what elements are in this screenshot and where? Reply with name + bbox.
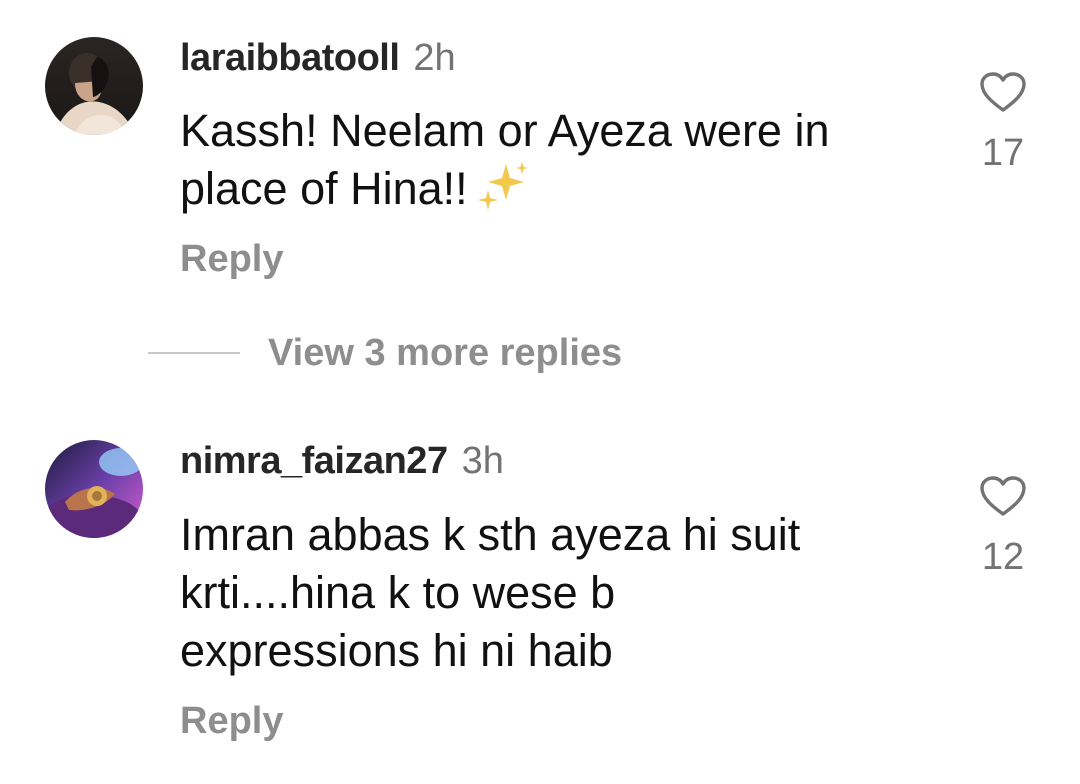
comment-meta: nimra_faizan27 3h	[180, 438, 504, 484]
like-count: 17	[981, 132, 1025, 174]
reply-button[interactable]: Reply	[180, 700, 283, 743]
comment-text-line-last: place of Hina!!	[180, 160, 940, 224]
like-count: 12	[981, 536, 1025, 578]
avatar[interactable]	[45, 37, 143, 135]
comment-text-line: Imran abbas k sth ayeza hi suit	[180, 509, 801, 560]
divider-line	[148, 352, 240, 354]
comment-text-line: Kassh! Neelam or Ayeza were in	[180, 105, 830, 156]
comment-text: Kassh! Neelam or Ayeza were in place of …	[180, 102, 940, 224]
like-button[interactable]	[978, 474, 1028, 523]
comment-timestamp: 2h	[413, 37, 456, 79]
view-more-replies-button[interactable]: View 3 more replies	[148, 328, 622, 378]
comment-text-line: place of Hina!!	[180, 163, 468, 214]
sparkles-icon	[476, 160, 532, 224]
comment-username[interactable]: nimra_faizan27	[180, 440, 448, 482]
view-more-replies-label: View 3 more replies	[268, 331, 623, 374]
reply-button[interactable]: Reply	[180, 238, 283, 281]
comment-username[interactable]: laraibbatooll	[180, 37, 400, 79]
comment-text-line: krti....hina k to wese b	[180, 567, 616, 618]
comment-timestamp: 3h	[461, 440, 504, 482]
comment-meta: laraibbatooll 2h	[180, 35, 456, 81]
heart-outline-icon	[980, 72, 1026, 112]
comment-text-line: expressions hi ni haib	[180, 625, 613, 676]
avatar[interactable]	[45, 440, 143, 538]
heart-outline-icon	[980, 476, 1026, 516]
like-button[interactable]	[978, 70, 1028, 119]
comment-text: Imran abbas k sth ayeza hi suit krti....…	[180, 506, 940, 680]
